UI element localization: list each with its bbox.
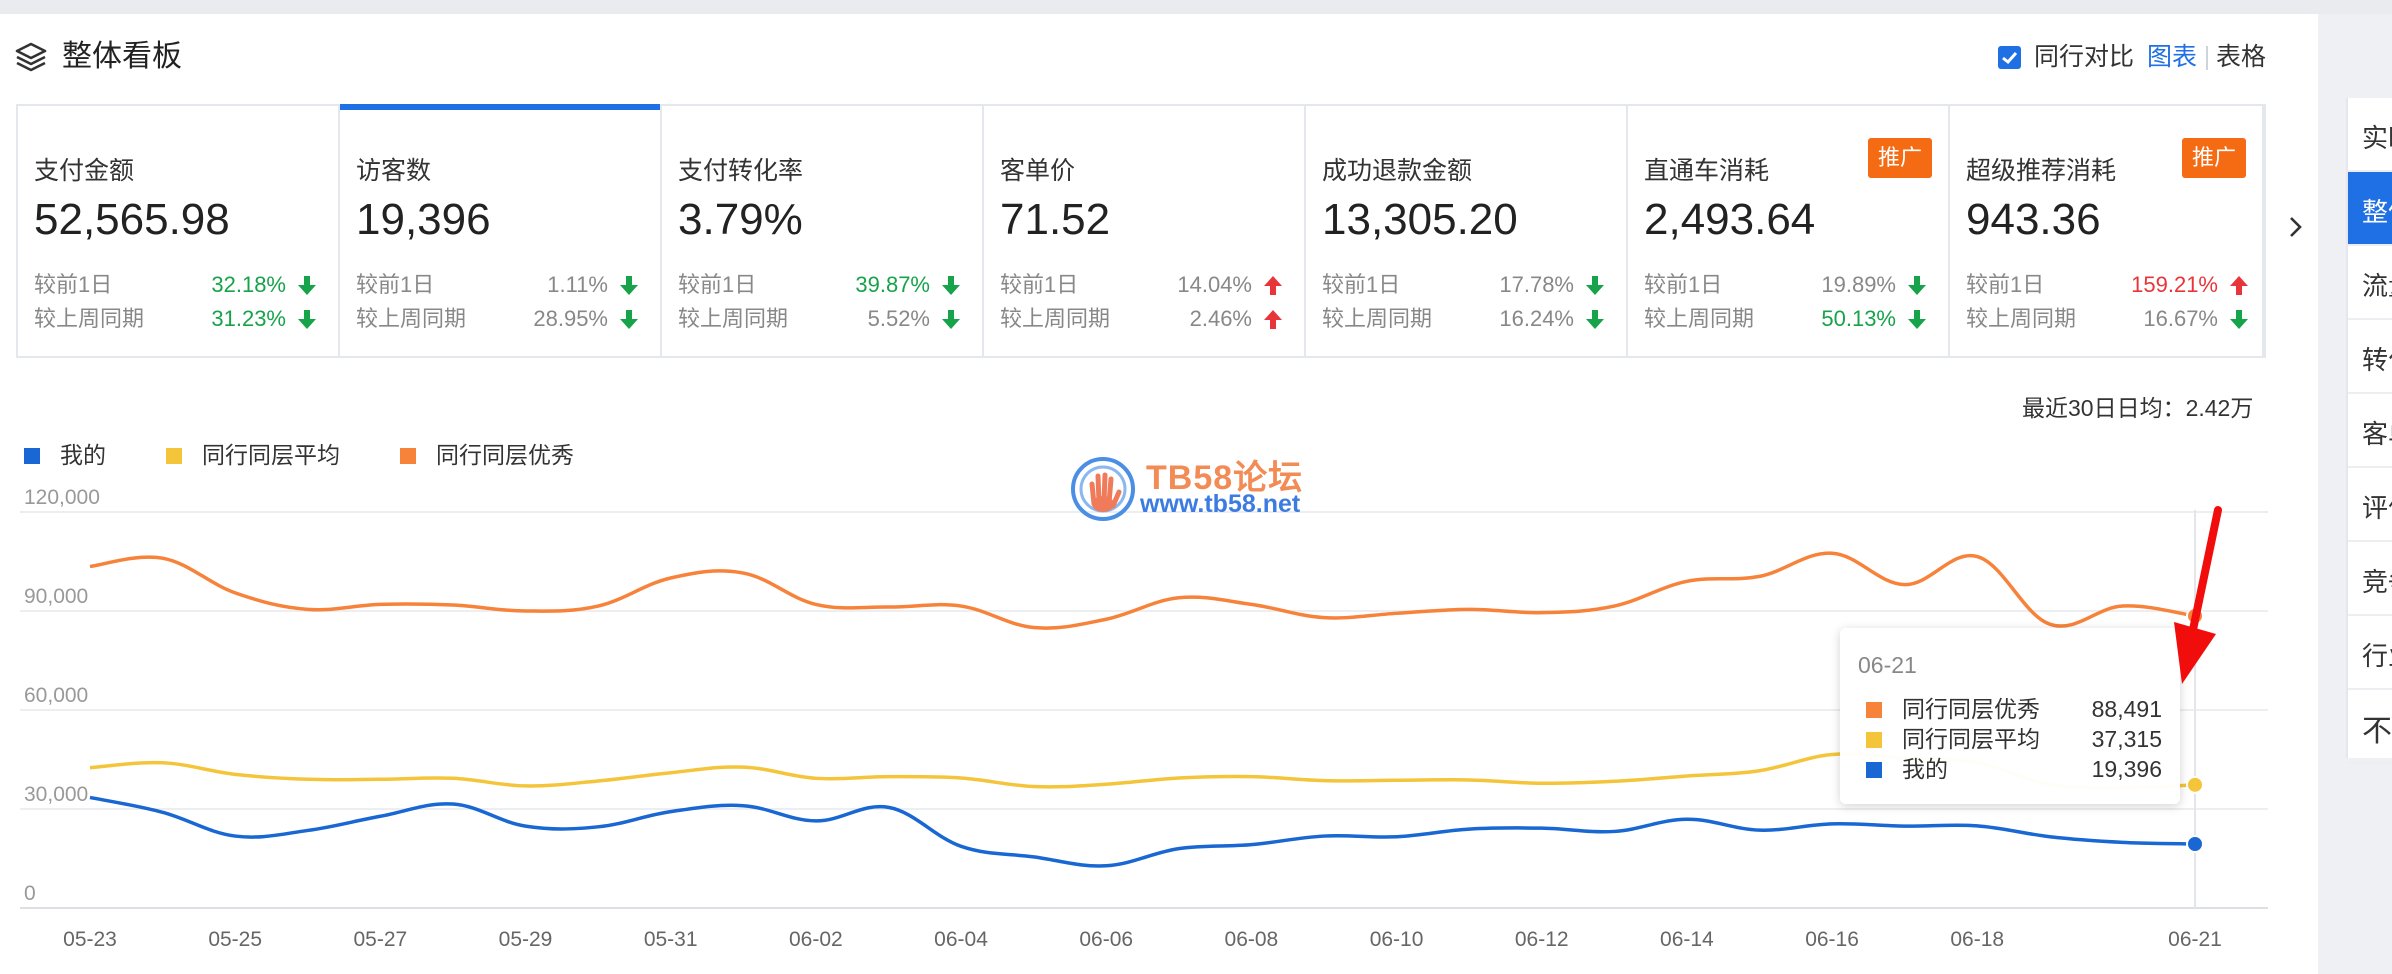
y-tick-label: 120,000 bbox=[24, 486, 100, 509]
right-nav-label: 流量 bbox=[2362, 271, 2392, 301]
right-nav-label: 竞争 bbox=[2362, 567, 2392, 597]
series-line bbox=[89, 795, 2196, 868]
tooltip-series-value: 19,396 bbox=[2091, 756, 2162, 782]
right-nav-label: 实时 bbox=[2362, 123, 2392, 153]
right-nav-item[interactable]: 客单 bbox=[2348, 394, 2392, 468]
tooltip-row: 同行同层平均 37,315 bbox=[1858, 724, 2162, 754]
right-nav-label: 不 bbox=[2362, 715, 2392, 748]
x-tick-label: 05-25 bbox=[208, 928, 262, 951]
x-tick-label: 06-10 bbox=[1370, 928, 1424, 951]
top-strip bbox=[0, 0, 2392, 14]
series-line bbox=[89, 551, 2196, 630]
right-nav-item[interactable]: 流量 bbox=[2348, 246, 2392, 320]
x-tick-label: 06-12 bbox=[1515, 928, 1569, 951]
right-nav-item[interactable]: 竞争 bbox=[2348, 542, 2392, 616]
series-point bbox=[2186, 775, 2204, 794]
tooltip-swatch bbox=[1866, 702, 1882, 718]
right-side-nav: 实时整体流量转化客单评价竞争行业不 bbox=[2346, 98, 2392, 764]
watermark-url: www.tb58.net bbox=[1140, 490, 1301, 518]
x-tick-label: 06-14 bbox=[1660, 928, 1714, 951]
tooltip-swatch bbox=[1866, 762, 1882, 778]
tooltip-series-value: 37,315 bbox=[2091, 726, 2162, 752]
x-tick-label: 05-23 bbox=[63, 928, 117, 951]
tooltip-row: 同行同层优秀 88,491 bbox=[1858, 694, 2162, 724]
x-tick-label: 06-21 bbox=[2168, 928, 2222, 951]
y-tick-label: 0 bbox=[24, 882, 36, 905]
right-nav-item[interactable]: 评价 bbox=[2348, 468, 2392, 542]
annotation-arrow-icon bbox=[2174, 506, 2222, 684]
right-nav-item[interactable]: 实时 bbox=[2348, 98, 2392, 172]
watermark: TB58论坛 www.tb58.net bbox=[1068, 452, 1328, 542]
x-tick-label: 06-18 bbox=[1950, 928, 2004, 951]
x-tick-label: 05-31 bbox=[644, 928, 698, 951]
right-nav-item[interactable]: 不 bbox=[2348, 690, 2392, 764]
x-tick-label: 06-08 bbox=[1225, 928, 1279, 951]
y-tick-label: 60,000 bbox=[24, 684, 88, 707]
x-tick-label: 06-04 bbox=[934, 928, 988, 951]
tooltip-series-name: 我的 bbox=[1902, 756, 1948, 782]
right-nav-item[interactable]: 转化 bbox=[2348, 320, 2392, 394]
hand-logo-icon bbox=[1071, 457, 1135, 521]
x-tick-label: 05-29 bbox=[499, 928, 553, 951]
right-nav-label: 转化 bbox=[2362, 345, 2392, 375]
dashboard-panel: 整体看板 同行对比 图表 表格 支付金额 52,565.98 较前1日 32.18% 较… bbox=[0, 14, 2318, 974]
x-tick-label: 06-16 bbox=[1805, 928, 1859, 951]
right-nav-label: 行业 bbox=[2362, 641, 2392, 671]
x-tick-label: 05-27 bbox=[353, 928, 407, 951]
x-tick-label: 06-06 bbox=[1079, 928, 1133, 951]
tooltip-series-value: 88,491 bbox=[2091, 696, 2162, 722]
y-tick-label: 30,000 bbox=[24, 783, 88, 806]
right-nav-label: 整体 bbox=[2362, 197, 2392, 227]
right-nav-label: 客单 bbox=[2362, 419, 2392, 449]
y-tick-label: 90,000 bbox=[24, 585, 88, 608]
series-point bbox=[2186, 834, 2204, 853]
x-tick-label: 06-02 bbox=[789, 928, 843, 951]
right-nav-item[interactable]: 行业 bbox=[2348, 616, 2392, 690]
right-nav-item[interactable]: 整体 bbox=[2348, 172, 2392, 246]
tooltip-swatch bbox=[1866, 732, 1882, 748]
tooltip-date: 06-21 bbox=[1858, 652, 1917, 678]
tooltip-series-name: 同行同层优秀 bbox=[1902, 696, 2040, 722]
chart-tooltip: 06-21 同行同层优秀 88,491 同行同层平均 37,315 我的 19,… bbox=[1840, 628, 2180, 804]
tooltip-row: 我的 19,396 bbox=[1858, 754, 2162, 784]
tooltip-series-name: 同行同层平均 bbox=[1902, 726, 2040, 752]
right-nav-label: 评价 bbox=[2362, 493, 2392, 523]
